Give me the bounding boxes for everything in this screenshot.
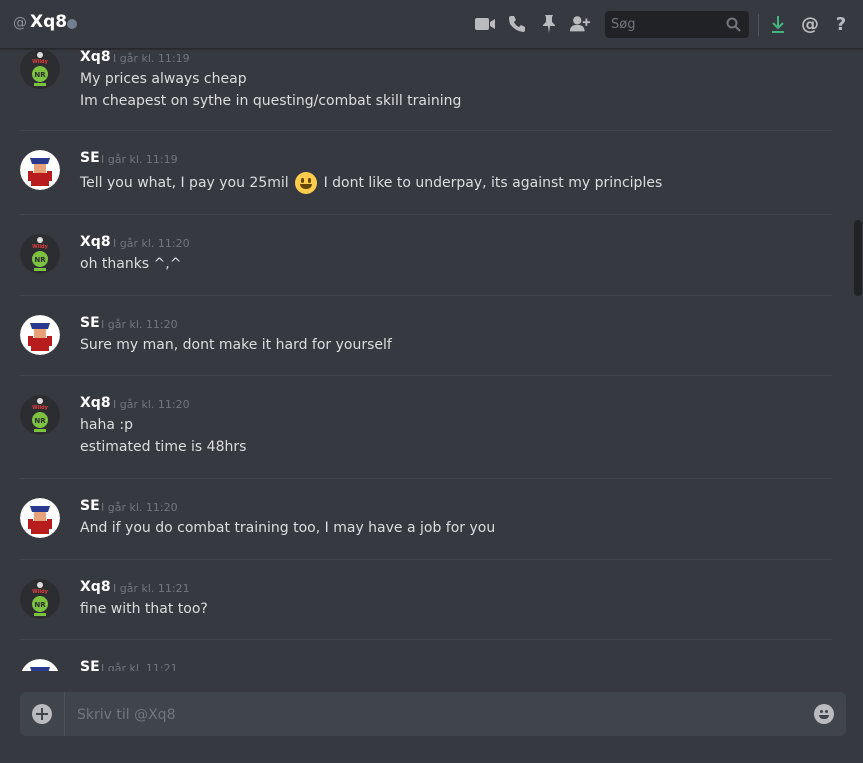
timestamp: I går kl. 11:20 <box>113 398 190 411</box>
header-divider <box>758 14 759 36</box>
author-name[interactable]: Xq8 <box>80 395 111 411</box>
video-call-icon[interactable] <box>474 13 496 35</box>
timestamp: I går kl. 11:20 <box>101 318 178 331</box>
avatar[interactable]: Wildy NR <box>20 579 60 619</box>
author-name[interactable]: SE <box>80 315 100 331</box>
svg-text:Wildy: Wildy <box>32 244 49 250</box>
message-text: fine with that too? <box>80 601 208 617</box>
message-text: Sure my man, dont make it hard for yours… <box>80 337 392 353</box>
svg-text:@: @ <box>801 14 819 34</box>
timestamp: I går kl. 11:21 <box>113 582 190 595</box>
message-divider <box>20 478 832 479</box>
mentions-icon[interactable]: @ <box>799 13 821 35</box>
search-box[interactable]: Søg <box>605 11 749 38</box>
add-friend-icon[interactable] <box>569 13 591 35</box>
message-text-part: I dont like to underpay, its against my … <box>323 175 663 191</box>
timestamp: I går kl. 11:20 <box>113 237 190 250</box>
message-divider <box>20 559 832 560</box>
emoji-picker-icon[interactable] <box>814 704 834 724</box>
avatar[interactable]: Wildy NR <box>20 234 60 274</box>
svg-text:NR: NR <box>34 601 46 609</box>
channel-title: Xq8 <box>30 12 68 32</box>
avatar[interactable] <box>20 315 60 355</box>
svg-text:NR: NR <box>34 417 46 425</box>
message-divider <box>20 130 832 131</box>
message-divider <box>20 639 832 640</box>
message-text: estimated time is 48hrs <box>80 439 247 455</box>
channel-header: @ Xq8 Søg @ ? <box>0 0 863 49</box>
avatar[interactable] <box>20 150 60 190</box>
message-text-part: Tell you what, I pay you 25mil <box>80 175 289 191</box>
message-divider <box>20 375 832 376</box>
composer-divider <box>64 692 65 736</box>
svg-text:Wildy: Wildy <box>32 59 49 65</box>
author-name[interactable]: Xq8 <box>80 234 111 250</box>
message-text: oh thanks ^,^ <box>80 256 182 272</box>
avatar[interactable] <box>20 498 60 538</box>
download-icon[interactable] <box>767 13 789 35</box>
status-indicator <box>67 19 77 29</box>
message-input[interactable] <box>75 692 799 738</box>
timestamp: I går kl. 11:21 <box>101 662 178 671</box>
scrollbar-thumb[interactable] <box>854 220 862 296</box>
message-text: And if you do combat training too, I may… <box>80 520 496 536</box>
pin-icon[interactable] <box>538 13 560 35</box>
svg-text:Wildy: Wildy <box>32 405 49 411</box>
svg-text:NR: NR <box>34 256 46 264</box>
timestamp: I går kl. 11:19 <box>113 52 190 65</box>
at-icon: @ <box>13 15 27 31</box>
help-icon[interactable]: ? <box>830 13 852 35</box>
svg-text:Wildy: Wildy <box>32 589 49 595</box>
author-name[interactable]: Xq8 <box>80 49 111 65</box>
author-name[interactable]: SE <box>80 659 100 671</box>
timestamp: I går kl. 11:19 <box>101 153 178 166</box>
message-text: Im cheapest on sythe in questing/combat … <box>80 93 462 109</box>
smiley-emoji[interactable] <box>295 172 318 194</box>
message-divider <box>20 295 832 296</box>
svg-text:?: ? <box>836 14 846 34</box>
upload-plus-icon[interactable] <box>32 704 52 724</box>
avatar[interactable]: Wildy NR <box>20 395 60 435</box>
message-composer <box>20 692 846 738</box>
search-placeholder: Søg <box>611 17 636 32</box>
message-list[interactable]: Wildy NR Xq8 I går kl. 11:19 My prices al… <box>0 49 851 671</box>
svg-text:NR: NR <box>34 71 46 79</box>
avatar[interactable]: Wildy NR <box>20 49 60 89</box>
message-text: haha :p <box>80 417 133 433</box>
message-divider <box>20 214 832 215</box>
timestamp: I går kl. 11:20 <box>101 501 178 514</box>
message-text: Tell you what, I pay you 25mil I dont li… <box>80 172 662 194</box>
search-icon <box>726 17 741 36</box>
author-name[interactable]: Xq8 <box>80 579 111 595</box>
avatar[interactable] <box>20 659 60 671</box>
author-name[interactable]: SE <box>80 498 100 514</box>
voice-call-icon[interactable] <box>506 13 528 35</box>
author-name[interactable]: SE <box>80 150 100 166</box>
message-text: My prices always cheap <box>80 71 247 87</box>
